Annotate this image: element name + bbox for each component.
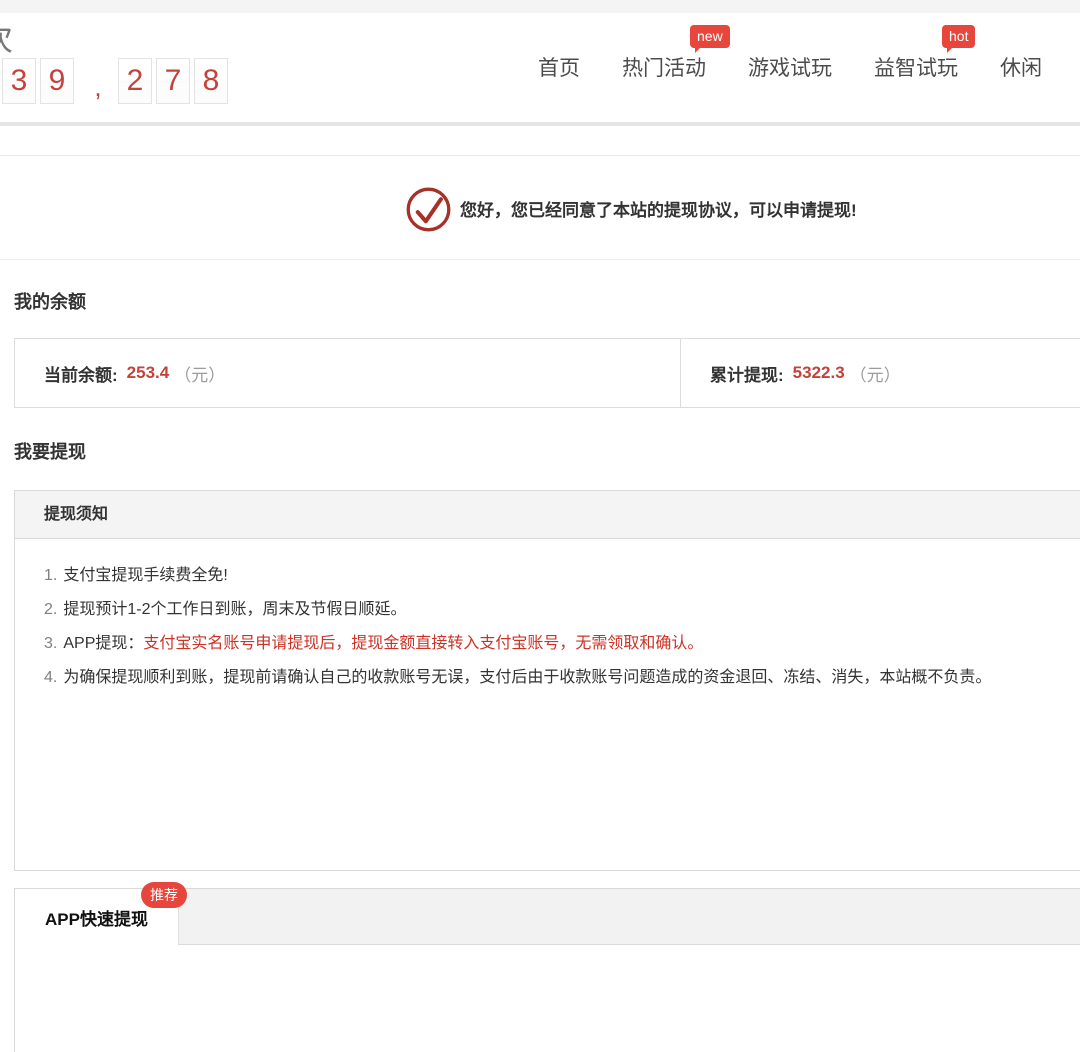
nav-item-label: 益智试玩 xyxy=(874,57,958,80)
withdraw-section-title: 我要提现 xyxy=(14,438,86,464)
counter-separator: , xyxy=(78,58,118,116)
nav-item-puzzle-trial[interactable]: 益智试玩 hot xyxy=(874,52,958,82)
total-withdrawn-unit: （元） xyxy=(850,361,901,386)
nav-item-casual[interactable]: 休闲 xyxy=(1000,52,1042,82)
balance-box: 当前余额: 253.4 （元） 累计提现: 5322.3 （元） xyxy=(14,338,1080,408)
main-nav: 首页 热门活动 new 游戏试玩 益智试玩 hot 休闲 xyxy=(538,52,1042,82)
top-strip xyxy=(0,0,1080,13)
counter-digit: 8 xyxy=(194,58,228,104)
rule-text-prefix: APP提现： xyxy=(63,635,143,652)
rule-text-highlight: 支付宝实名账号申请提现后，提现金额直接转入支付宝账号，无需领取和确认。 xyxy=(143,635,703,652)
rule-text: 支付宝提现手续费全免! xyxy=(63,567,227,584)
nav-item-hot-activities[interactable]: 热门活动 new xyxy=(622,52,706,82)
rule-number: 2. xyxy=(44,601,57,618)
withdraw-page: 次 3 9 , 2 7 8 首页 热门活动 new 游戏试玩 益智试玩 hot … xyxy=(0,0,1080,1052)
panel-top-divider xyxy=(0,155,1080,156)
agreement-notice-text: 您好，您已经同意了本站的提现协议，可以申请提现! xyxy=(460,196,857,221)
rule-text: 提现预计1-2个工作日到账，周末及节假日顺延。 xyxy=(63,601,406,618)
new-badge: new xyxy=(690,25,730,48)
current-balance-value: 253.4 xyxy=(127,363,170,383)
header-divider xyxy=(0,122,1080,126)
rules-list: 1.支付宝提现手续费全免! 2.提现预计1-2个工作日到账，周末及节假日顺延。 … xyxy=(15,539,1080,695)
recommended-badge: 推荐 xyxy=(141,882,187,908)
visitor-counter: 3 9 , 2 7 8 xyxy=(2,58,232,116)
counter-digit: 2 xyxy=(118,58,152,104)
counter-digit: 7 xyxy=(156,58,190,104)
rule-number: 4. xyxy=(44,669,57,686)
current-balance-cell: 当前余额: 253.4 （元） xyxy=(15,339,681,407)
rules-box-title: 提现须知 xyxy=(15,491,1080,539)
counter-digit: 9 xyxy=(40,58,74,104)
check-circle-icon xyxy=(405,186,452,233)
section-divider xyxy=(0,259,1080,260)
current-balance-unit: （元） xyxy=(174,361,225,386)
total-withdrawn-value: 5322.3 xyxy=(793,363,845,383)
counter-digit: 3 xyxy=(2,58,36,104)
rule-number: 1. xyxy=(44,567,57,584)
total-withdrawn-label: 累计提现: xyxy=(710,361,784,386)
hot-badge: hot xyxy=(942,25,975,48)
nav-item-game-trial[interactable]: 游戏试玩 xyxy=(748,52,832,82)
nav-item-label: 热门活动 xyxy=(622,57,706,80)
withdraw-methods-box: APP快速提现 推荐 xyxy=(14,888,1080,1052)
total-withdrawn-cell: 累计提现: 5322.3 （元） xyxy=(681,339,901,407)
rule-item: 2. 提现预计1-2个工作日到账，周末及节假日顺延。 xyxy=(44,593,1080,627)
rule-item: 4. 为确保提现顺利到账，提现前请确认自己的收款账号无误，支付后由于收款账号问题造… xyxy=(44,661,1080,695)
rule-number: 3. xyxy=(44,635,57,652)
current-balance-label: 当前余额: xyxy=(44,361,118,386)
counter-unit-label: 次 xyxy=(0,14,13,60)
withdraw-rules-box: 提现须知 1. 支付宝提现手续费全免! 2. 提现预计1-2个工作日到账，周末及节假… xyxy=(14,490,1080,871)
rule-item: 1. 支付宝提现手续费全免! xyxy=(44,559,1080,593)
rule-text: 为确保提现顺利到账，提现前请确认自己的收款账号无误，支付后由于收款账号问题造成的… xyxy=(63,669,991,686)
nav-item-home[interactable]: 首页 xyxy=(538,52,580,82)
tab-bar-background xyxy=(178,889,1080,945)
rule-item: 3. APP提现：支付宝实名账号申请提现后，提现金额直接转入支付宝账号，无需领取和… xyxy=(44,627,1080,661)
balance-section-title: 我的余额 xyxy=(14,288,86,314)
